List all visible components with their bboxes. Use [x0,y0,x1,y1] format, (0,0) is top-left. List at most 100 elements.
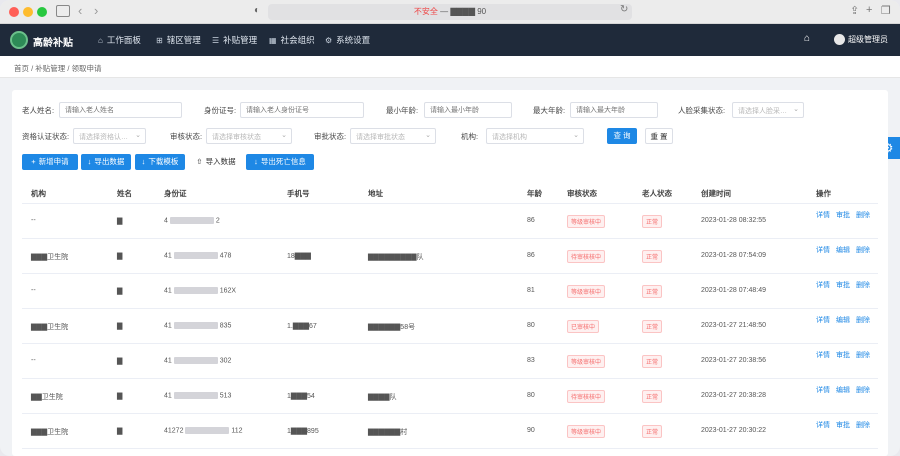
audit-status-badge: 等级审核中 [567,425,606,438]
cell-name: ▇ [117,393,123,400]
id-prefix: 41 [164,392,172,400]
audit-status-badge: 等级审核中 [567,215,606,228]
elder-status-badge: 正常 [642,390,663,403]
nav-label: 系统设置 [336,35,371,45]
privacy-shield-icon[interactable]: ◐ [254,5,260,16]
id-prefix: 41 [164,357,172,365]
detail-link[interactable]: 详情 [816,282,830,289]
col-audit: 审核状态 [567,189,597,198]
action-link[interactable]: 编辑 [836,387,850,394]
nav-item-organization[interactable]: ▦ 社会组织 [269,34,315,46]
delete-link[interactable]: 删除 [856,422,870,429]
forward-arrow-icon[interactable]: › [94,3,98,18]
review-select[interactable]: 请选择审批状态 ⌄ [350,128,436,144]
nav-item-district[interactable]: ⊞ 辖区管理 [156,34,201,46]
grid-icon: ⊞ [156,35,163,45]
id-label: 身份证号: [204,106,237,115]
audit-status-badge: 待审核核中 [567,250,606,263]
id-input[interactable] [240,102,364,118]
action-link[interactable]: 审批 [836,352,850,359]
elder-status-badge: 正常 [642,285,663,298]
col-phone: 手机号 [287,189,310,198]
min-age-label: 最小年龄: [386,106,419,115]
cell-org: -- [31,287,36,294]
minimize-window-button[interactable] [23,7,33,17]
download-template-button[interactable]: ↓ 下载模板 [135,154,185,170]
elder-status-badge: 正常 [642,215,663,228]
nav-item-subsidy[interactable]: ☰ 补贴管理 [212,34,257,46]
import-data-button[interactable]: ⇧ 导入数据 [191,154,241,170]
col-id: 身份证 [164,189,187,198]
delete-link[interactable]: 删除 [856,282,870,289]
main-card: 老人姓名: 身份证号: 最小年龄: 最大年龄: 人脸采集状态: 请选择人脸采… ⌄… [12,90,888,456]
action-link[interactable]: 编辑 [836,317,850,324]
detail-link[interactable]: 详情 [816,352,830,359]
action-link[interactable]: 审批 [836,212,850,219]
redacted-block [185,427,230,434]
table-header: 机构 姓名 身份证 手机号 地址 年龄 审核状态 老人状态 创建时间 操作 [22,180,878,204]
delete-link[interactable]: 删除 [856,352,870,359]
reset-button[interactable]: 重 置 [645,128,673,144]
action-link[interactable]: 审批 [836,282,850,289]
select-placeholder: 请选择审核状态 [212,134,261,141]
nav-item-dashboard[interactable]: ⌂ 工作面板 [98,34,141,46]
delete-link[interactable]: 删除 [856,247,870,254]
name-input[interactable] [59,102,182,118]
zoom-window-button[interactable] [37,7,47,17]
cell-age: 86 [527,217,535,224]
user-name[interactable]: 超级管理员 [848,34,888,45]
avatar[interactable] [834,34,845,45]
table-row: ▇▇卫生院 ▇ 41 513 1▇▇▇54 ▇▇▇▇队 80 待审核核中 正常 2023-01-… [22,379,878,414]
export-death-info-button[interactable]: ↓ 导出死亡信息 [246,154,314,170]
query-button[interactable]: 查 询 [607,128,637,144]
max-age-input[interactable] [570,102,658,118]
cell-id: 41272 112 [164,427,243,434]
add-application-button[interactable]: + 新增申请 [22,154,78,170]
delete-link[interactable]: 删除 [856,212,870,219]
detail-link[interactable]: 详情 [816,387,830,394]
sidebar-toggle-icon[interactable] [56,5,70,17]
auth-select[interactable]: 请选择资格认… ⌄ [73,128,146,144]
row-actions: 详情 审批 删除 [816,420,878,431]
delete-link[interactable]: 删除 [856,387,870,394]
nav-item-settings[interactable]: ⚙ 系统设置 [325,34,370,46]
row-actions: 详情 审批 删除 [816,280,878,291]
detail-link[interactable]: 详情 [816,317,830,324]
new-tab-icon[interactable]: + [866,4,872,16]
cell-address: ▇▇▇▇队 [368,394,397,401]
cell-id: 41 162X [164,287,236,294]
home-button-icon[interactable]: ⌂ [804,33,810,44]
reload-icon[interactable]: ↻ [620,4,628,15]
share-icon[interactable]: ⇪ [850,4,859,17]
face-status-select[interactable]: 请选择人脸采… ⌄ [732,102,804,118]
export-data-button[interactable]: ↓ 导出数据 [81,154,131,170]
col-age: 年龄 [527,189,542,198]
back-arrow-icon[interactable]: ‹ [78,3,82,18]
detail-link[interactable]: 详情 [816,212,830,219]
home-icon: ⌂ [98,35,103,45]
col-state: 老人状态 [642,189,672,198]
review-label: 审批状态: [314,132,347,141]
auth-label: 资格认证状态: [22,132,70,141]
name-label: 老人姓名: [22,106,55,115]
close-window-button[interactable] [9,7,19,17]
address-bar[interactable]: 不安全 — ▇▇▇▇ 90 [268,4,632,20]
audit-status-badge: 等级审核中 [567,285,606,298]
cell-org: ▇▇▇卫生院 [31,324,69,331]
delete-link[interactable]: 删除 [856,317,870,324]
redacted-block [173,287,218,294]
action-link[interactable]: 审批 [836,422,850,429]
cell-id: 41 302 [164,357,231,364]
cell-address: ▇▇▇▇▇▇▇▇▇队 [368,254,424,261]
cell-org: ▇▇▇卫生院 [31,429,69,436]
detail-link[interactable]: 详情 [816,422,830,429]
detail-link[interactable]: 详情 [816,247,830,254]
org-select[interactable]: 请选择机构 ⌄ [486,128,584,144]
action-link[interactable]: 编辑 [836,247,850,254]
tab-overview-icon[interactable]: ❐ [881,4,891,17]
audit-select[interactable]: 请选择审核状态 ⌄ [206,128,292,144]
browser-window: ‹ › ◐ 不安全 — ▇▇▇▇ 90 ↻ ⇪ + ❐ 高龄补贴 ⌂ 工作面板 ⊞… [0,0,900,456]
min-age-input[interactable] [424,102,512,118]
cell-age: 81 [527,287,535,294]
elder-status-badge: 正常 [642,425,663,438]
